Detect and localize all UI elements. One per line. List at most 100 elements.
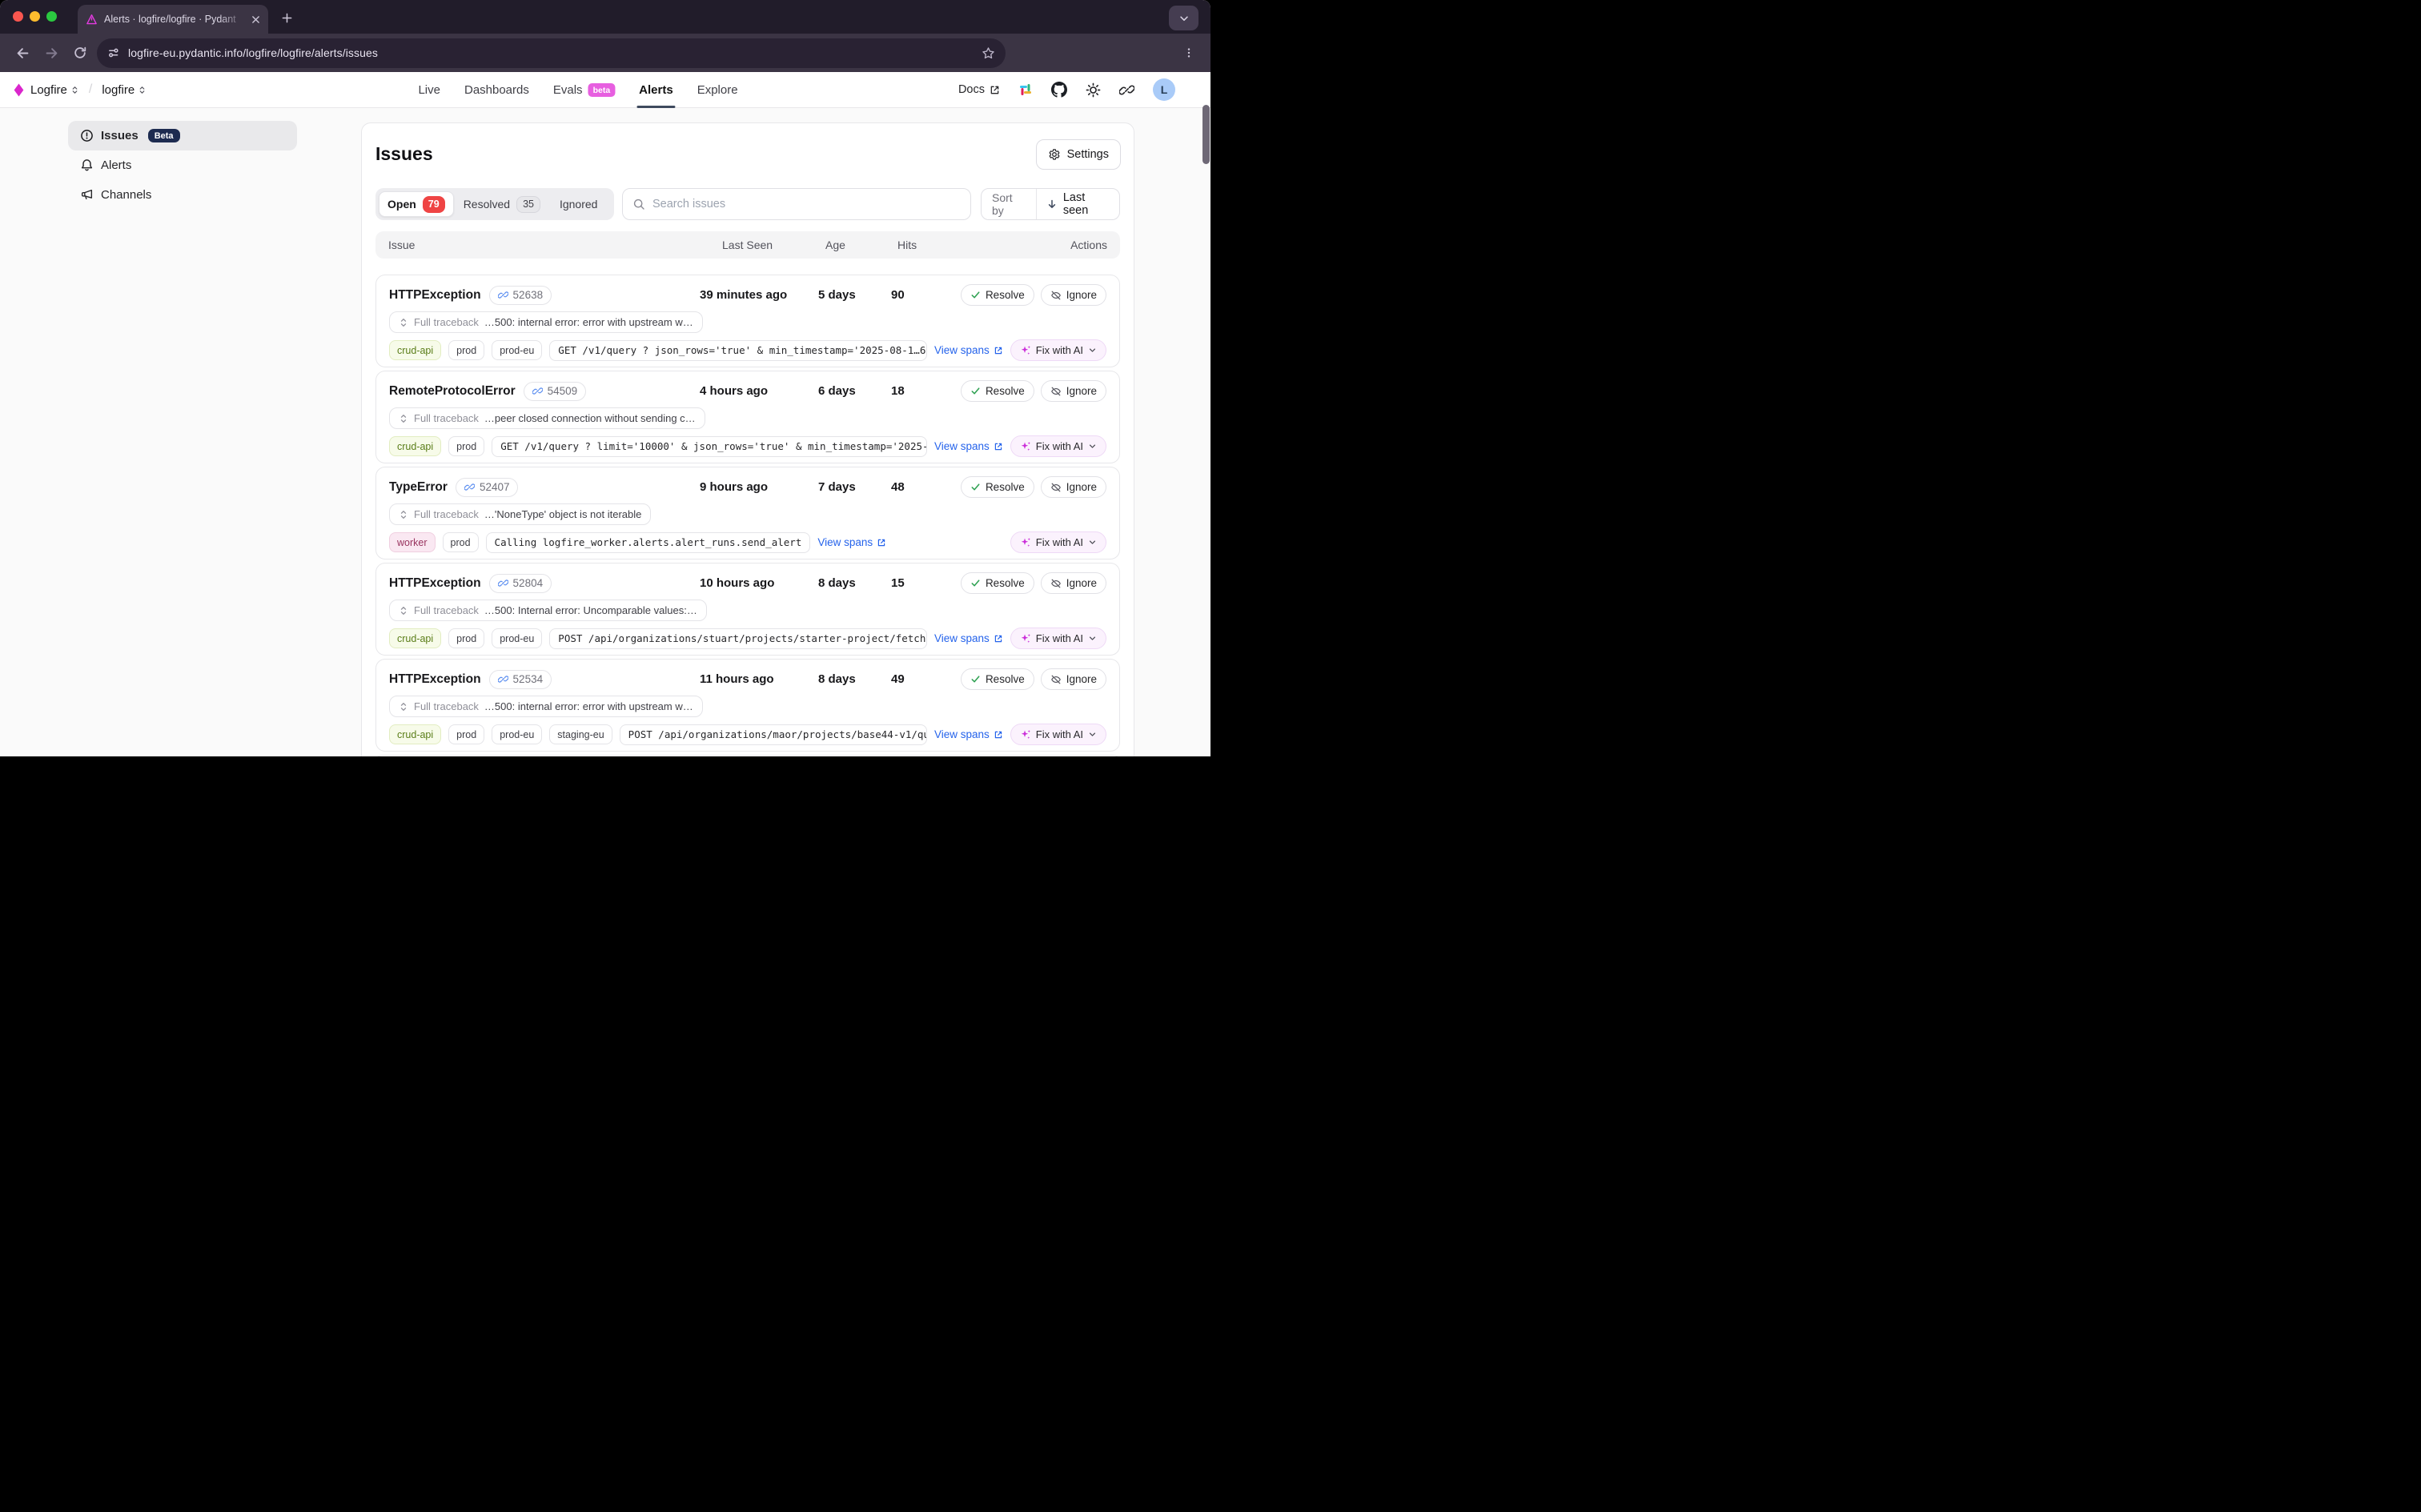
sidebar-item-label: Channels: [101, 188, 151, 202]
reload-button[interactable]: [66, 38, 94, 67]
forward-button[interactable]: [37, 38, 66, 67]
last-seen-value: 10 hours ago: [700, 576, 818, 590]
traceback-toggle[interactable]: Full traceback …500: Internal error: Unc…: [389, 600, 707, 621]
maximize-window-button[interactable]: [46, 11, 57, 22]
issues-panel: Issues Settings Open 79 Resolved 35 I: [361, 122, 1134, 756]
issue-id-link[interactable]: 52638: [489, 286, 552, 305]
column-hits: Hits: [890, 239, 954, 251]
expand-icon: [399, 318, 408, 327]
back-button[interactable]: [8, 38, 37, 67]
resolve-button[interactable]: Resolve: [961, 476, 1034, 498]
tab-open[interactable]: Open 79: [379, 191, 454, 217]
browser-toolbar: logfire-eu.pydantic.info/logfire/logfire…: [0, 34, 1210, 72]
ignore-button[interactable]: Ignore: [1041, 476, 1106, 498]
new-tab-button[interactable]: [278, 9, 295, 26]
issue-id-link[interactable]: 54509: [524, 382, 587, 401]
megaphone-icon: [80, 188, 94, 202]
project-switcher[interactable]: logfire: [102, 83, 147, 97]
span-code: Calling logfire_worker.alerts.alert_runs…: [486, 532, 811, 553]
logfire-logo-icon: [13, 83, 25, 97]
traceback-toggle[interactable]: Full traceback …500: internal error: err…: [389, 311, 703, 333]
site-settings-icon[interactable]: [107, 46, 120, 59]
nav-alerts[interactable]: Alerts: [639, 72, 673, 108]
theme-toggle-sun-icon[interactable]: [1086, 82, 1101, 98]
tag-list: crud-apiprodprod-eu: [389, 628, 542, 648]
browser-tab[interactable]: Alerts · logfire/logfire · Pydant: [78, 5, 268, 34]
issue-id-link[interactable]: 52804: [489, 574, 552, 593]
window-controls: [13, 11, 57, 22]
environment-tag: prod: [448, 436, 484, 456]
ignore-button[interactable]: Ignore: [1041, 284, 1106, 306]
fix-with-ai-button[interactable]: Fix with AI: [1010, 531, 1106, 553]
minimize-window-button[interactable]: [30, 11, 40, 22]
ignore-button[interactable]: Ignore: [1041, 668, 1106, 690]
fix-with-ai-button[interactable]: Fix with AI: [1010, 435, 1106, 457]
view-spans-link[interactable]: View spans: [817, 536, 886, 548]
address-bar[interactable]: logfire-eu.pydantic.info/logfire/logfire…: [97, 38, 1006, 68]
resolve-button[interactable]: Resolve: [961, 572, 1034, 594]
traceback-toggle[interactable]: Full traceback …'NoneType' object is not…: [389, 503, 651, 525]
sidebar-item-label: Issues: [101, 129, 139, 142]
ignore-button[interactable]: Ignore: [1041, 572, 1106, 594]
external-link-icon: [994, 346, 1003, 355]
resolve-button[interactable]: Resolve: [961, 284, 1034, 306]
sidebar-item-channels[interactable]: Channels: [68, 180, 297, 210]
resolve-button[interactable]: Resolve: [961, 380, 1034, 402]
org-switcher[interactable]: Logfire: [30, 83, 79, 97]
issue-id-link[interactable]: 52534: [489, 670, 552, 689]
external-link-icon: [877, 538, 886, 547]
settings-button[interactable]: Settings: [1036, 139, 1121, 170]
traceback-toggle[interactable]: Full traceback …500: internal error: err…: [389, 696, 703, 717]
check-icon: [970, 674, 981, 684]
tab-ignored[interactable]: Ignored: [550, 198, 607, 211]
user-avatar[interactable]: L: [1153, 78, 1175, 101]
docs-link[interactable]: Docs: [958, 83, 1000, 96]
slack-icon[interactable]: [1018, 82, 1033, 97]
resolve-button[interactable]: Resolve: [961, 668, 1034, 690]
search-icon: [632, 198, 645, 211]
page-scrollbar[interactable]: [1202, 105, 1210, 753]
ignore-button[interactable]: Ignore: [1041, 380, 1106, 402]
share-link-icon[interactable]: [1119, 82, 1134, 98]
nav-explore[interactable]: Explore: [697, 72, 738, 108]
nav-live[interactable]: Live: [418, 72, 440, 108]
url-text[interactable]: logfire-eu.pydantic.info/logfire/logfire…: [128, 46, 378, 59]
sort-control[interactable]: Sort by Last seen: [981, 188, 1120, 220]
tag-list: crud-apiprodprod-eu: [389, 340, 542, 360]
last-seen-value: 9 hours ago: [700, 480, 818, 494]
close-tab-icon[interactable]: [251, 15, 260, 24]
chevron-down-icon: [1088, 442, 1097, 451]
view-spans-link[interactable]: View spans: [934, 440, 1003, 452]
eye-off-icon: [1050, 482, 1062, 493]
sort-value[interactable]: Last seen: [1037, 191, 1119, 217]
sidebar-item-alerts[interactable]: Alerts: [68, 150, 297, 180]
github-icon[interactable]: [1051, 82, 1067, 98]
fix-with-ai-button[interactable]: Fix with AI: [1010, 628, 1106, 649]
bookmark-star-icon[interactable]: [982, 46, 995, 60]
fix-with-ai-button[interactable]: Fix with AI: [1010, 724, 1106, 745]
browser-menu-icon[interactable]: [1175, 39, 1202, 66]
sidebar-item-issues[interactable]: Issues Beta: [68, 121, 297, 150]
view-spans-link[interactable]: View spans: [934, 728, 1003, 740]
column-last-seen: Last Seen: [699, 239, 817, 251]
external-link-icon: [990, 85, 1000, 95]
issues-list: HTTPException 52638 39 minutes ago 5 day…: [375, 275, 1120, 752]
fix-with-ai-button[interactable]: Fix with AI: [1010, 339, 1106, 361]
nav-dashboards[interactable]: Dashboards: [464, 72, 529, 108]
app-header: Logfire / logfire Live Dashboards Evalsb…: [0, 72, 1210, 108]
issue-id-link[interactable]: 52407: [456, 478, 519, 497]
scrollbar-thumb[interactable]: [1202, 105, 1210, 164]
view-spans-link[interactable]: View spans: [934, 344, 1003, 356]
view-spans-link[interactable]: View spans: [934, 632, 1003, 644]
page-title: Issues: [375, 143, 1120, 165]
sparkles-icon: [1020, 633, 1031, 644]
tab-resolved[interactable]: Resolved 35: [454, 196, 550, 213]
tag-list: crud-apiprod: [389, 436, 484, 456]
search-input[interactable]: [652, 198, 961, 211]
close-window-button[interactable]: [13, 11, 23, 22]
nav-evals[interactable]: Evalsbeta: [553, 72, 615, 108]
tab-search-button[interactable]: [1169, 6, 1198, 30]
issue-row: HTTPException 52804 10 hours ago 8 days …: [375, 563, 1120, 656]
tab-title: Alerts · logfire/logfire · Pydant: [104, 14, 245, 25]
traceback-toggle[interactable]: Full traceback …peer closed connection w…: [389, 407, 705, 429]
